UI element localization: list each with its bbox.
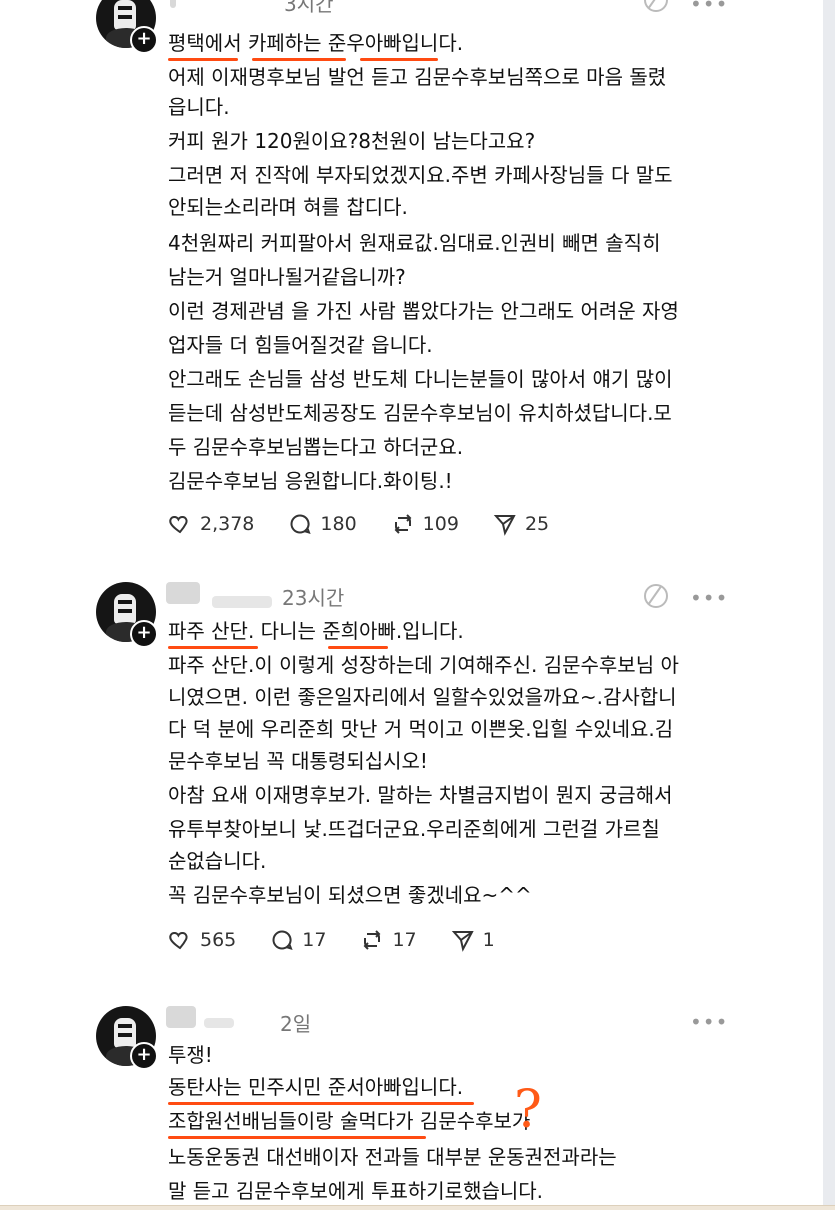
repost-icon	[364, 930, 381, 950]
post-text-line: 안되는소리라며 혀를 찹디다.	[168, 195, 408, 219]
repost-count: 17	[392, 929, 417, 951]
username-redacted	[204, 1018, 234, 1028]
comment-icon	[290, 514, 312, 535]
post-text-line: 어제 이재명후보님 발언 듣고 김문수후보님쪽으로 마음 돌렸	[168, 65, 667, 89]
send-icon	[451, 931, 474, 952]
post-actions: 2,378 180 109 25	[168, 512, 549, 536]
send-icon	[493, 515, 516, 536]
username-redacted	[166, 1006, 196, 1028]
context-icon[interactable]	[644, 584, 668, 608]
underline-mark	[328, 646, 388, 649]
username-redacted	[212, 596, 272, 608]
post-text-line: 조합원선배님들이랑 술먹다가 김문수후보가	[168, 1109, 531, 1133]
heart-icon	[169, 515, 188, 534]
reply-count: 17	[302, 929, 327, 951]
window-scroll-edge	[823, 0, 835, 1210]
post-text-line: 동탄사는 민주시민 준서아빠입니다.	[168, 1075, 464, 1099]
post-text-line: 파주 산단.이 이렇게 성장하는데 기여해주신. 김문수후보님 아	[168, 653, 679, 677]
post-time: 2일	[280, 1012, 312, 1036]
more-options-icon[interactable]: •••	[690, 0, 728, 16]
post-text-line: 커피 원가 120원이요?8천원이 남는다고요?	[168, 129, 536, 153]
more-options-icon[interactable]: •••	[690, 1010, 728, 1034]
share-count: 25	[524, 513, 550, 535]
post-actions: 565 17 17 1	[168, 928, 495, 952]
follow-plus-icon[interactable]: +	[130, 26, 158, 54]
more-options-icon[interactable]: •••	[690, 586, 728, 610]
follow-plus-icon[interactable]: +	[130, 1042, 158, 1070]
post-text-line: 다 덕 분에 우리준희 맛난 거 먹이고 이쁜옷.입힐 수있네요.김	[168, 717, 674, 741]
underline-mark	[252, 58, 346, 61]
post-text-line: 말 듣고 김문수후보에게 투표하기로했습니다.	[168, 1179, 544, 1203]
heart-icon	[169, 931, 188, 950]
post-text-line: 두 김문수후보님뽑는다고 하더군요.	[168, 435, 464, 459]
window-bottom-edge	[0, 1205, 835, 1210]
username-redacted	[170, 0, 176, 8]
post-text-line: 아참 요새 이재명후보가. 말하는 차별금지법이 뭔지 궁금해서	[168, 783, 673, 807]
like-button[interactable]: 2,378	[168, 512, 254, 536]
share-button[interactable]: 25	[493, 512, 549, 536]
repost-count: 109	[422, 513, 459, 535]
context-icon[interactable]	[644, 0, 668, 12]
post-text-line: 니였으면. 이런 좋은일자리에서 일할수있었을까요~.감사합니	[168, 685, 677, 709]
share-count: 1	[482, 929, 495, 951]
repost-button[interactable]: 109	[391, 512, 459, 536]
post-text-line: 이런 경제관념 을 가진 사람 뽑았다가는 안그래도 어려운 자영	[168, 299, 679, 323]
post-text-line: 노동운동권 대선배이자 전과들 대부분 운동권전과라는	[168, 1145, 617, 1169]
underline-mark	[168, 58, 238, 61]
underline-mark	[360, 58, 438, 61]
post-text-line: 업자들 더 힘들어질것같 읍니다.	[168, 333, 433, 357]
post-text-line: 꼭 김문수후보님이 되셨으면 좋겠네요~^^	[168, 883, 532, 907]
post-text-line: 듣는데 삼성반도체공장도 김문수후보님이 유치하셨답니다.모	[168, 401, 672, 425]
like-button[interactable]: 565	[168, 928, 236, 952]
post-time: 23시간	[282, 586, 345, 610]
reply-button[interactable]: 17	[270, 928, 326, 952]
username-redacted	[166, 582, 200, 604]
post-text-line: 문수후보님 꼭 대통령되십시오!	[168, 749, 428, 773]
reply-count: 180	[320, 513, 357, 535]
comment-icon	[272, 930, 293, 951]
post-time: 3시간	[284, 0, 334, 16]
post-text-line: 유투부찾아보니 낯.뜨겁더군요.우리준희에게 그런걸 가르칠	[168, 817, 660, 841]
repost-icon	[394, 514, 412, 534]
like-count: 2,378	[200, 513, 255, 535]
underline-mark	[168, 1102, 474, 1105]
reply-button[interactable]: 180	[288, 512, 357, 536]
repost-button[interactable]: 17	[360, 928, 417, 952]
underline-mark	[168, 1136, 426, 1139]
post-text-line: 투쟁!	[168, 1043, 213, 1067]
post-text-line: 김문수후보님 응원합니다.화이팅.!	[168, 469, 453, 493]
post-text-line: 평택에서 카페하는 준우아빠입니다.	[168, 31, 464, 55]
like-count: 565	[200, 929, 237, 951]
post-text-line: 안그래도 손님들 삼성 반도체 다니는분들이 많아서 얘기 많이	[168, 367, 673, 391]
post-text-line: 순없습니다.	[168, 849, 267, 873]
post-text-line: 남는거 얼마나될거같읍니까?	[168, 265, 406, 289]
share-button[interactable]: 1	[451, 928, 495, 952]
post-text-line: 그러면 저 진작에 부자되었겠지요.주변 카페사장님들 다 말도	[168, 163, 673, 187]
annotation-question-mark: ?	[514, 1080, 542, 1140]
post-text-line: 4천원짜리 커피팔아서 원재료값.임대료.인권비 빼면 솔직히	[168, 231, 661, 255]
follow-plus-icon[interactable]: +	[130, 620, 158, 648]
post-text-line: 읍니다.	[168, 95, 230, 119]
underline-mark	[168, 646, 258, 649]
post-text-line: 파주 산단. 다니는 준희아빠.입니다.	[168, 619, 464, 643]
